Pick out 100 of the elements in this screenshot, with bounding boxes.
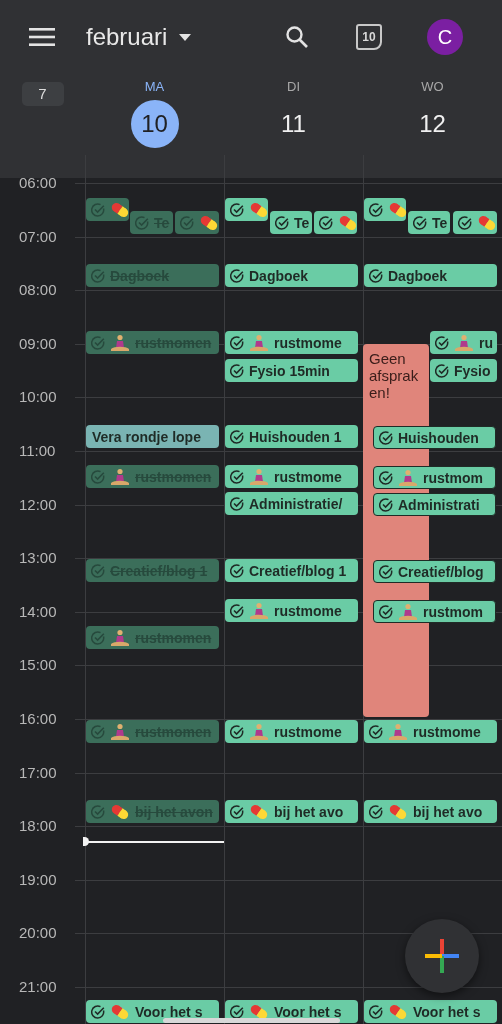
- pill-icon: [388, 802, 408, 821]
- meditation-icon: [398, 602, 418, 621]
- pill-icon: [199, 213, 219, 232]
- pill-icon: [110, 200, 130, 219]
- task-chip[interactable]: Huishouden 1: [225, 425, 358, 448]
- task-chip[interactable]: Dagboek: [364, 264, 497, 287]
- day-number[interactable]: 12: [408, 100, 457, 148]
- today-button[interactable]: 10: [356, 24, 382, 50]
- meditation-icon: [110, 333, 130, 352]
- day-number[interactable]: 11: [269, 100, 318, 148]
- hour-label: 16:00: [19, 710, 58, 728]
- check-circle-icon: [91, 202, 105, 217]
- search-icon[interactable]: [285, 25, 309, 49]
- pill-icon: [249, 200, 269, 219]
- task-chip[interactable]: [314, 211, 357, 234]
- event-title: Te: [294, 214, 310, 231]
- hour-label: 11:00: [19, 442, 57, 460]
- task-chip[interactable]: [453, 211, 497, 234]
- task-chip[interactable]: Creatief/blog: [373, 560, 496, 583]
- meditation-icon: [110, 628, 130, 647]
- event-title: Creatief/blog 1: [249, 562, 347, 579]
- meditation-icon: [454, 333, 474, 352]
- task-chip[interactable]: [225, 198, 268, 221]
- event-title: Dagboek: [388, 267, 448, 284]
- task-chip[interactable]: Dagboek: [225, 264, 358, 287]
- event-title: Huishouden 1: [249, 428, 342, 445]
- task-chip[interactable]: Fysio: [430, 359, 497, 382]
- check-circle-icon: [91, 335, 105, 350]
- check-circle-icon: [230, 1004, 244, 1019]
- avatar[interactable]: C: [427, 19, 463, 55]
- check-circle-icon: [91, 630, 105, 645]
- hour-label: 14:00: [19, 602, 58, 621]
- task-chip[interactable]: Voor het s: [364, 1000, 497, 1023]
- hour-label: 20:00: [19, 924, 58, 943]
- check-circle-icon: [435, 335, 449, 350]
- menu-icon[interactable]: [29, 28, 55, 46]
- check-circle-icon: [275, 215, 289, 230]
- task-chip[interactable]: ru: [430, 331, 497, 354]
- check-circle-icon: [379, 564, 393, 579]
- task-chip[interactable]: bij het avo: [364, 800, 497, 823]
- task-chip[interactable]: [364, 198, 406, 221]
- task-chip[interactable]: Administrati: [373, 493, 496, 516]
- month-dropdown[interactable]: februari: [86, 23, 218, 51]
- check-circle-icon: [379, 430, 393, 445]
- check-circle-icon: [230, 335, 244, 350]
- task-chip[interactable]: rustmom: [373, 600, 496, 623]
- check-circle-icon: [91, 268, 105, 283]
- check-circle-icon: [91, 563, 105, 578]
- task-chip[interactable]: rustmome: [225, 720, 358, 743]
- check-circle-icon: [369, 1004, 383, 1019]
- event-title: Vera rondje lope: [92, 428, 201, 445]
- check-circle-icon: [230, 469, 244, 484]
- task-chip[interactable]: [175, 211, 219, 234]
- task-chip[interactable]: Te: [270, 211, 312, 234]
- plus-icon: [425, 939, 459, 973]
- task-chip[interactable]: Te: [408, 211, 450, 234]
- event-title: Dagboek: [249, 267, 309, 284]
- task-chip[interactable]: [86, 198, 129, 221]
- event-title: Geen afspraken!: [369, 350, 420, 401]
- check-circle-icon: [230, 496, 244, 511]
- hour-label: 09:00: [19, 334, 58, 353]
- event-title: Fysio 15min: [249, 362, 330, 379]
- task-chip[interactable]: Huishouden: [373, 426, 496, 449]
- task-chip[interactable]: bij het avo: [225, 800, 358, 823]
- hour-label: 15:00: [19, 656, 58, 675]
- day-number[interactable]: 10: [130, 100, 179, 148]
- pill-icon: [110, 1002, 130, 1021]
- check-circle-icon: [135, 215, 149, 230]
- hour-label: 21:00: [19, 978, 58, 996]
- event-title: Voor het s: [135, 1003, 203, 1020]
- hour-label: 19:00: [19, 870, 58, 889]
- event-title: rustmome: [274, 602, 342, 619]
- event-title: rustmome: [274, 468, 342, 485]
- task-chip[interactable]: Fysio 15min: [225, 359, 358, 382]
- pill-icon: [388, 200, 408, 219]
- task-chip[interactable]: rustmome: [225, 331, 358, 354]
- hour-label: 06:00: [19, 178, 58, 192]
- hour-label: 12:00: [19, 495, 58, 514]
- hour-label: 10:00: [19, 388, 58, 407]
- pill-icon: [338, 213, 358, 232]
- check-circle-icon: [230, 804, 244, 819]
- check-circle-icon: [435, 363, 449, 378]
- task-chip[interactable]: Administratie/: [225, 492, 358, 515]
- caret-icon: [179, 33, 192, 41]
- check-circle-icon: [379, 497, 393, 512]
- meditation-icon: [249, 467, 269, 486]
- task-chip[interactable]: rustmom: [373, 466, 496, 489]
- task-chip[interactable]: rustmome: [225, 465, 358, 488]
- meditation-icon: [398, 468, 418, 487]
- check-circle-icon: [369, 268, 383, 283]
- check-circle-icon: [230, 724, 244, 739]
- task-chip[interactable]: Creatief/blog 1: [225, 559, 358, 582]
- calendar-event[interactable]: Vera rondje lope: [86, 425, 219, 448]
- task-chip[interactable]: rustmome: [364, 720, 497, 743]
- hour-label: 18:00: [19, 817, 58, 836]
- check-circle-icon: [369, 804, 383, 819]
- check-circle-icon: [230, 603, 244, 618]
- hour-label: 17:00: [19, 763, 58, 782]
- event-title: bij het avo: [413, 803, 483, 820]
- task-chip[interactable]: rustmome: [225, 599, 358, 622]
